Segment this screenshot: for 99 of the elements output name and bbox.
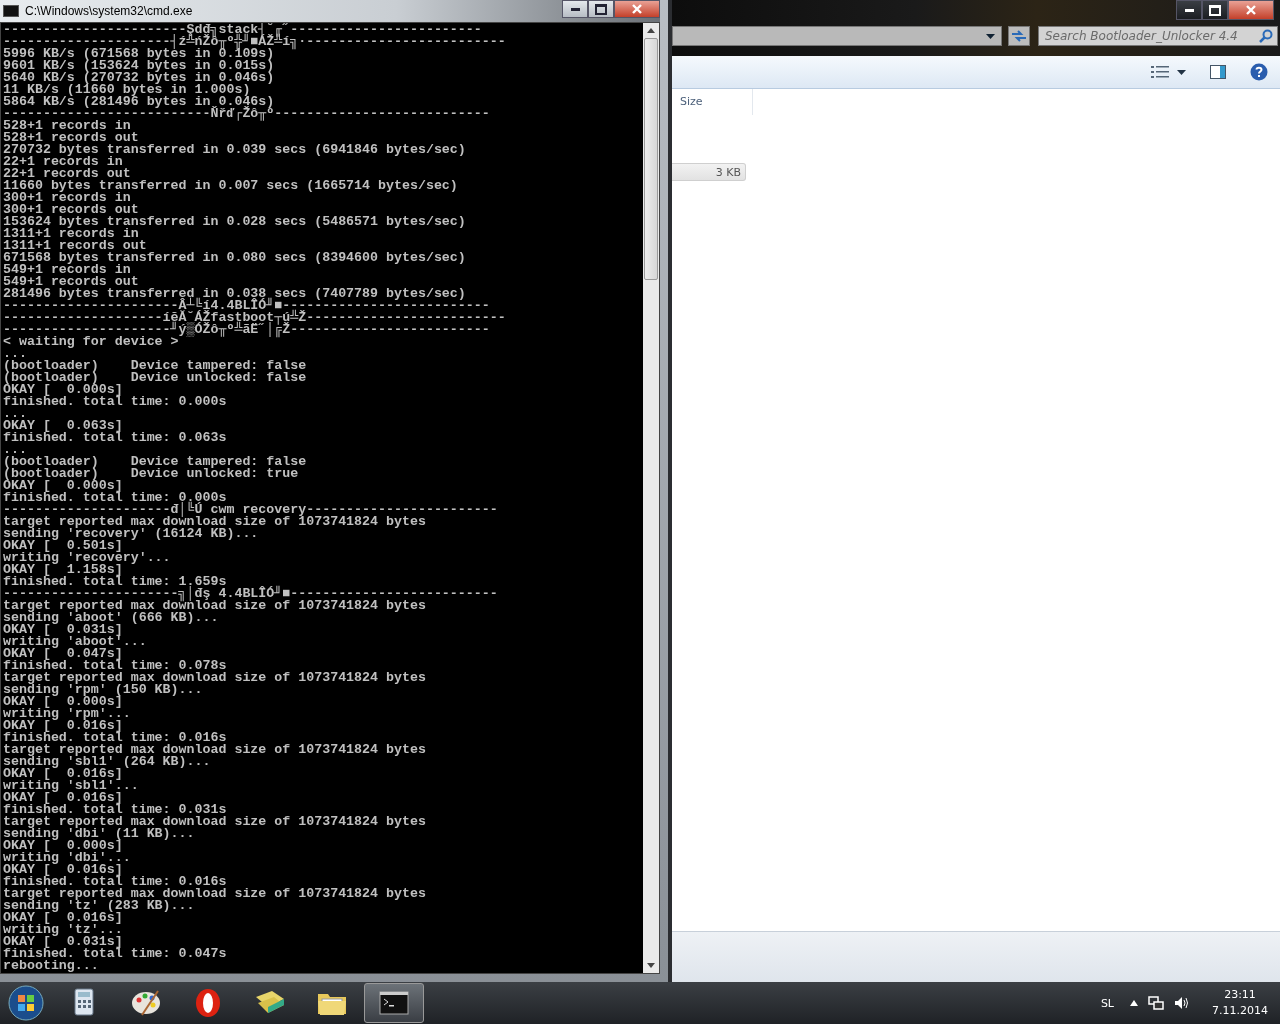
close-icon [631, 4, 643, 14]
help-icon[interactable] [1250, 63, 1268, 81]
refresh-button[interactable] [1008, 26, 1030, 46]
maximize-button[interactable] [1202, 0, 1228, 20]
console-line: 1311+1 records out [3, 240, 147, 252]
console-line: finished. total time: 0.031s [3, 804, 228, 816]
close-icon [1245, 5, 1257, 15]
console-line: OKAY [ 0.016s] [3, 912, 123, 924]
console-line: finished. total time: 0.016s [3, 876, 228, 888]
console-line: --------------------------Ňřď┌Žô╥º--------------------------- [3, 108, 491, 120]
console-line: writing 'dbi'... [3, 852, 132, 864]
console-line: OKAY [ 0.016s] [3, 864, 124, 876]
clock[interactable]: 23:11 7.11.2014 [1210, 987, 1270, 1019]
console-line: sending 'tz' (283 KB)... [3, 900, 196, 912]
console-line: OKAY [ 0.047s] [3, 648, 124, 660]
console-line: writing 'rpm'... [3, 708, 132, 720]
console-icon [3, 5, 19, 17]
console-line: OKAY [ 0.031s] [3, 936, 124, 948]
file-size-cell[interactable]: 3 KB [672, 163, 746, 181]
console-line: 22+1 records in [3, 156, 123, 168]
console-line: finished. total time: 0.047s [3, 948, 228, 960]
console-line: finished. total time: 0.016s [3, 732, 228, 744]
scroll-up-arrow-icon[interactable] [647, 28, 655, 33]
console-line: finished. total time: 0.063s [3, 432, 228, 444]
view-list-icon[interactable] [1151, 65, 1169, 79]
preview-pane-icon[interactable] [1210, 65, 1226, 79]
console-line: 528+1 records in [3, 120, 131, 132]
taskbar-button[interactable] [364, 983, 424, 1023]
console-line: sending 'dbi' (11 KB)... [3, 828, 196, 840]
console-line: target reported max download size of 1073741824 bytes [3, 816, 427, 828]
console-line: 1311+1 records in [3, 228, 139, 240]
console-line: sending 'rpm' (150 KB)... [3, 684, 204, 696]
console-line: 5640 KB/s (270732 bytes in 0.046s) [3, 72, 276, 84]
console-line: OKAY [ 0.031s] [3, 624, 123, 636]
language-indicator[interactable]: SL [1100, 996, 1114, 1010]
console-line: 270732 bytes transferred in 0.039 secs (6941846 bytes/sec) [3, 144, 467, 156]
console-line: 549+1 records in [3, 264, 131, 276]
console-line: 5996 KB/s (671568 bytes in 0.109s) [3, 48, 275, 60]
window-title: C:\Windows\system32\cmd.exe [25, 4, 194, 18]
console-line: finished. total time: 0.000s [3, 396, 228, 408]
console-line: target reported max download size of 1073741824 bytes [3, 888, 427, 900]
console-line: target reported max download size of 1073741824 bytes [3, 672, 427, 684]
console-line: OKAY [ 0.000s] [3, 840, 123, 852]
console-line: 22+1 records out [3, 168, 131, 180]
console-line: 549+1 records out [3, 276, 139, 288]
console-line: (bootloader) Device tampered: false [3, 360, 308, 372]
console-line: (bootloader) Device unlocked: true [3, 468, 300, 480]
console-line: writing 'recovery'... [3, 552, 172, 564]
console-line: < waiting for device > [3, 336, 179, 348]
console-line: ... [3, 444, 27, 456]
scrollbar[interactable] [643, 23, 659, 973]
network-icon[interactable] [1148, 995, 1164, 1011]
console-line: writing 'sbl1'... [3, 780, 140, 792]
volume-icon[interactable] [1174, 995, 1190, 1011]
console-line: sending 'recovery' (16124 KB)... [3, 528, 260, 540]
console-line: 300+1 records out [3, 204, 139, 216]
console-line: 528+1 records out [3, 132, 139, 144]
dropdown-arrow-icon [986, 33, 995, 39]
console-line: OKAY [ 0.016s] [3, 792, 124, 804]
console-line: OKAY [ 0.501s] [3, 540, 123, 552]
search-field[interactable]: Search Bootloader_Unlocker 4.4 [1038, 26, 1278, 46]
console-line: OKAY [ 0.063s] [3, 420, 124, 432]
console-line: 671568 bytes transferred in 0.080 secs (8394600 bytes/sec) [3, 252, 467, 264]
console-line: sending 'sbl1' (264 KB)... [3, 756, 212, 768]
dropdown-arrow-icon[interactable] [1177, 69, 1186, 75]
console-line: OKAY [ 0.000s] [3, 696, 123, 708]
console-line: writing 'tz'... [3, 924, 124, 936]
maximize-button[interactable] [588, 0, 614, 18]
search-icon [1259, 29, 1273, 43]
console-line: OKAY [ 0.016s] [3, 720, 123, 732]
console-line: finished. total time: 0.078s [3, 660, 228, 672]
minimize-button[interactable] [562, 0, 588, 18]
show-hidden-icons-icon[interactable] [1130, 1000, 1138, 1006]
column-header[interactable]: Size [672, 89, 753, 115]
console-line: target reported max download size of 1073741824 bytes [3, 516, 426, 528]
console-line: target reported max download size of 1073741824 bytes [3, 744, 427, 756]
console-line: OKAY [ 1.158s] [3, 564, 123, 576]
console-line: ... [3, 408, 27, 420]
console-line: (bootloader) Device unlocked: false [3, 372, 308, 384]
console-line: 153624 bytes transferred in 0.028 secs (5486571 bytes/sec) [3, 216, 467, 228]
start-button[interactable] [8, 985, 44, 1021]
scroll-down-arrow-icon[interactable] [647, 963, 655, 968]
console-line: target reported max download size of 1073741824 bytes [3, 600, 427, 612]
close-button[interactable] [614, 0, 660, 18]
console-line: OKAY [ 0.000s] [3, 480, 124, 492]
console-line: OKAY [ 0.016s] [3, 768, 123, 780]
console-line: 11660 bytes transferred in 0.007 secs (1665714 bytes/sec) [3, 180, 459, 192]
console-line: (bootloader) Device tampered: false [3, 456, 308, 468]
console-line: 300+1 records in [3, 192, 131, 204]
scrollbar-thumb[interactable] [644, 38, 658, 280]
console-line: rebooting... [3, 960, 100, 972]
close-button[interactable] [1228, 0, 1274, 20]
console-line: OKAY [ 0.000s] [3, 384, 124, 396]
console-line: 9601 KB/s (153624 bytes in 0.015s) [3, 60, 276, 72]
console-line: writing 'aboot'... [3, 636, 148, 648]
console-line: sending 'aboot' (666 KB)... [3, 612, 220, 624]
console-line: 11 KB/s (11660 bytes in 1.000s) [3, 84, 251, 96]
console-line: ... [3, 348, 27, 360]
minimize-button[interactable] [1176, 0, 1202, 20]
